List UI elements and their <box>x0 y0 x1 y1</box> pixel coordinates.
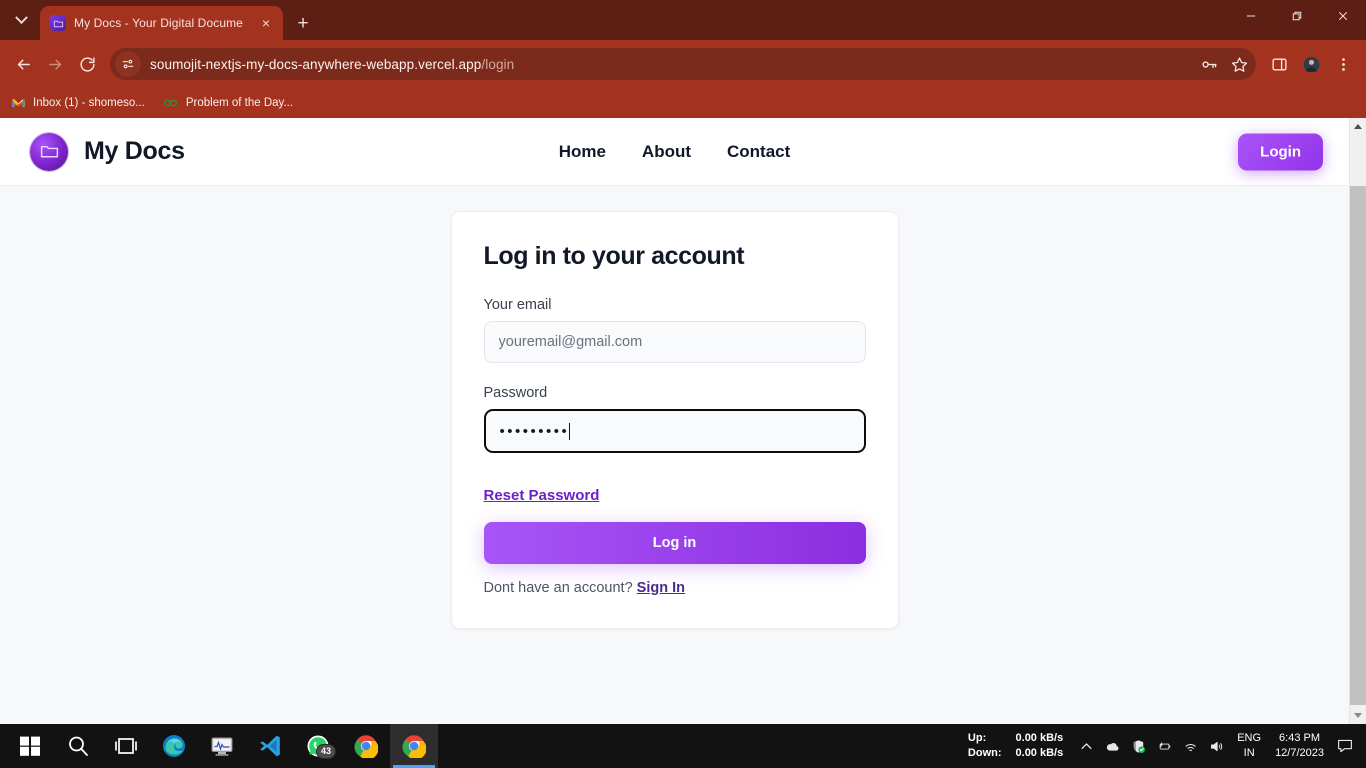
wifi-icon[interactable] <box>1177 724 1203 768</box>
bookmark-label: Problem of the Day... <box>185 97 294 109</box>
folder-logo-icon <box>30 132 68 171</box>
site-settings-icon[interactable] <box>115 51 141 77</box>
network-speed-monitor: Up: Down: 0.00 kB/s 0.00 kB/s <box>968 731 1063 761</box>
security-shield-icon[interactable] <box>1125 724 1151 768</box>
key-icon[interactable] <box>1194 49 1224 79</box>
upload-label: Up: <box>967 732 987 745</box>
scroll-down-icon[interactable] <box>1350 707 1366 724</box>
upload-value: 0.00 kB/s <box>1015 732 1064 745</box>
scrollbar-thumb[interactable] <box>1350 186 1366 705</box>
bookmark-item-inbox[interactable]: Inbox (1) - shomeso... <box>10 95 145 111</box>
login-card-container: Log in to your account Your email Passwo… <box>0 186 1349 629</box>
search-button[interactable] <box>54 724 102 768</box>
forward-arrow-icon[interactable] <box>40 49 70 79</box>
close-icon[interactable]: × <box>257 14 275 32</box>
page-scrollbar[interactable] <box>1349 118 1366 724</box>
scroll-up-icon[interactable] <box>1350 118 1366 135</box>
email-input[interactable] <box>483 321 866 363</box>
new-tab-button[interactable]: + <box>289 9 317 37</box>
window-controls <box>1228 0 1366 32</box>
onedrive-icon[interactable] <box>1099 724 1125 768</box>
header-login-button[interactable]: Login <box>1238 133 1323 170</box>
login-card: Log in to your account Your email Passwo… <box>450 211 899 629</box>
clock[interactable]: 6:43 PM 12/7/2023 <box>1269 731 1330 761</box>
close-icon[interactable] <box>1320 0 1366 32</box>
task-view-button[interactable] <box>102 724 150 768</box>
gmail-icon <box>10 95 26 111</box>
download-label: Down: <box>967 747 1002 759</box>
windows-taskbar: 43 Up: Down: 0.00 kB/s 0.00 kB/s ENG IN … <box>0 724 1366 768</box>
scrollbar-track[interactable] <box>1350 135 1366 707</box>
three-dot-menu-icon[interactable] <box>1328 49 1358 79</box>
text-caret <box>569 422 571 440</box>
browser-window: My Docs - Your Digital Docume × + soumoj… <box>0 0 1366 724</box>
signup-row: Dont have an account? Sign In <box>484 580 866 596</box>
tab-search-button[interactable] <box>4 3 38 37</box>
edge-app[interactable] <box>150 724 198 768</box>
nav-item-about[interactable]: About <box>642 142 691 162</box>
battery-icon[interactable] <box>1151 724 1177 768</box>
reload-icon[interactable] <box>72 49 102 79</box>
email-field-group: Your email <box>483 297 866 363</box>
password-label: Password <box>483 385 548 401</box>
nav-item-home[interactable]: Home <box>559 142 606 162</box>
chevron-down-icon <box>14 10 28 24</box>
login-submit-button[interactable]: Log in <box>483 522 866 564</box>
language-indicator[interactable]: ENG IN <box>1229 731 1269 761</box>
clock-date: 12/7/2023 <box>1275 747 1324 759</box>
chrome-app[interactable] <box>342 724 390 768</box>
password-input[interactable]: ••••••••• <box>483 409 866 453</box>
show-hidden-icons-chevron[interactable] <box>1073 724 1099 768</box>
password-field-group: Password ••••••••• <box>483 385 866 453</box>
site-header: My Docs Home About Contact Login <box>0 118 1349 186</box>
page-title: Log in to your account <box>483 242 745 270</box>
bookmark-label: Inbox (1) - shomeso... <box>33 97 145 109</box>
bookmarks-bar: Inbox (1) - shomeso... Problem of the Da… <box>0 88 1366 118</box>
chrome-app-active[interactable] <box>390 724 438 768</box>
folder-icon <box>50 15 66 31</box>
browser-toolbar: soumojit-nextjs-my-docs-anywhere-webapp.… <box>0 40 1366 88</box>
volume-icon[interactable] <box>1203 724 1229 768</box>
vscode-app[interactable] <box>246 724 294 768</box>
page-viewport: My Docs Home About Contact Login Log in … <box>0 118 1366 724</box>
tab-strip: My Docs - Your Digital Docume × + <box>0 0 1366 40</box>
system-tray: Up: Down: 0.00 kB/s 0.00 kB/s ENG IN 6:4… <box>968 724 1366 768</box>
whatsapp-app[interactable]: 43 <box>294 724 342 768</box>
language-line2: IN <box>1243 747 1255 759</box>
password-masked-value: ••••••••• <box>499 422 570 440</box>
geeksforgeeks-icon <box>163 95 179 111</box>
back-arrow-icon[interactable] <box>8 49 38 79</box>
signup-prompt: Dont have an account? <box>483 580 633 596</box>
sign-in-link[interactable]: Sign In <box>637 580 685 596</box>
bookmark-item-potd[interactable]: Problem of the Day... <box>163 95 293 111</box>
nav-item-contact[interactable]: Contact <box>727 142 790 162</box>
system-monitor-app[interactable] <box>198 724 246 768</box>
reset-password-link[interactable]: Reset Password <box>484 487 600 504</box>
download-value: 0.00 kB/s <box>1015 747 1064 759</box>
url-text: soumojit-nextjs-my-docs-anywhere-webapp.… <box>150 56 515 72</box>
tab-title: My Docs - Your Digital Docume <box>74 16 243 30</box>
start-button[interactable] <box>6 724 54 768</box>
clock-time: 6:43 PM <box>1279 732 1321 745</box>
browser-tab[interactable]: My Docs - Your Digital Docume × <box>40 6 283 40</box>
email-label: Your email <box>483 297 552 313</box>
whatsapp-badge: 43 <box>315 743 336 759</box>
site-nav: Home About Contact <box>0 118 1349 185</box>
profile-avatar[interactable] <box>1296 49 1326 79</box>
star-icon[interactable] <box>1224 49 1254 79</box>
web-page: My Docs Home About Contact Login Log in … <box>0 118 1349 724</box>
brand-name: My Docs <box>84 137 185 165</box>
address-bar[interactable]: soumojit-nextjs-my-docs-anywhere-webapp.… <box>110 48 1256 80</box>
brand[interactable]: My Docs <box>30 132 185 171</box>
minimize-icon[interactable] <box>1228 0 1274 32</box>
notification-center-icon[interactable] <box>1330 724 1360 768</box>
taskbar-apps: 43 <box>0 724 438 768</box>
language-line1: ENG <box>1237 732 1262 745</box>
restore-icon[interactable] <box>1274 0 1320 32</box>
omnibox-actions <box>1194 49 1254 79</box>
side-panel-icon[interactable] <box>1264 49 1294 79</box>
